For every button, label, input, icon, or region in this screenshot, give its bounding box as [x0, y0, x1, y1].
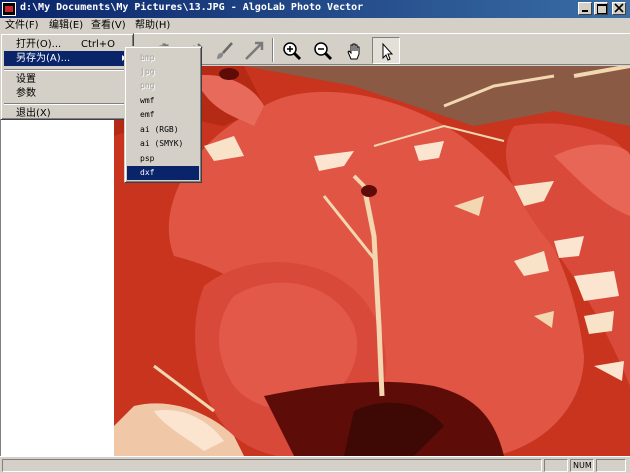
- toolbar-separator: [272, 38, 274, 62]
- submenu-item-bmp[interactable]: bmp: [127, 51, 199, 65]
- menu-separator: [4, 69, 130, 71]
- close-button[interactable]: [612, 2, 626, 15]
- submenu-item-wmf[interactable]: wmf: [127, 94, 199, 108]
- menu-item-settings-label: 设置: [16, 74, 36, 85]
- zoom-in-icon: [283, 42, 302, 61]
- menu-item-save-as-label: 另存为(A)...: [16, 53, 71, 64]
- minimize-button[interactable]: [578, 2, 592, 15]
- status-pane-num: NUM: [570, 459, 594, 472]
- pointer-icon: [382, 42, 394, 61]
- line-tool-button[interactable]: [240, 37, 268, 64]
- brush-tool-button[interactable]: [210, 37, 238, 64]
- zoom-in-button[interactable]: [278, 37, 306, 64]
- menu-item-params[interactable]: 参数: [4, 86, 130, 101]
- menu-help[interactable]: 帮助(H): [132, 19, 173, 32]
- status-pane-scrl: [596, 459, 626, 472]
- submenu-item-ai-smyk[interactable]: ai (SMYK): [127, 137, 199, 151]
- submenu-item-emf[interactable]: emf: [127, 108, 199, 122]
- menu-bar: 文件(F) 编辑(E) 查看(V) 帮助(H): [0, 18, 630, 33]
- menu-view[interactable]: 查看(V): [88, 19, 129, 32]
- submenu-item-psp[interactable]: psp: [127, 152, 199, 166]
- submenu-item-jpg[interactable]: jpg: [127, 65, 199, 79]
- zoom-out-button[interactable]: [309, 37, 337, 64]
- menu-item-exit-label: 退出(X): [16, 108, 51, 119]
- menu-item-exit[interactable]: 退出(X): [4, 106, 130, 121]
- menu-separator: [4, 103, 130, 105]
- zoom-out-icon: [314, 42, 333, 61]
- submenu-item-dxf[interactable]: dxf: [127, 166, 199, 180]
- app-icon[interactable]: [2, 2, 16, 16]
- status-bar: NUM: [0, 456, 630, 473]
- status-pane-caps: [544, 459, 568, 472]
- menu-edit[interactable]: 编辑(E): [46, 19, 86, 32]
- menu-item-save-as[interactable]: 另存为(A)...: [4, 51, 130, 66]
- pointer-button[interactable]: [372, 37, 400, 64]
- maximize-button[interactable]: [594, 2, 608, 15]
- submenu-item-png[interactable]: png: [127, 79, 199, 93]
- close-icon: [614, 3, 624, 13]
- pan-button[interactable]: [340, 37, 368, 64]
- menu-item-open[interactable]: 打开(O)... Ctrl+O: [4, 37, 130, 52]
- menu-item-params-label: 参数: [16, 88, 36, 99]
- left-panel[interactable]: [0, 119, 114, 456]
- menu-item-open-shortcut: Ctrl+O: [81, 39, 116, 50]
- pan-hand-icon: [347, 43, 360, 60]
- menu-file[interactable]: 文件(F): [2, 19, 42, 32]
- file-menu: 打开(O)... Ctrl+O 另存为(A)... 设置 参数 退出(X): [0, 33, 134, 120]
- window-title: d:\My Documents\My Pictures\13.JPG - Alg…: [20, 2, 364, 13]
- save-as-submenu: bmp jpg png wmf emf ai (RGB) ai (SMYK) p…: [124, 46, 202, 183]
- title-bar: d:\My Documents\My Pictures\13.JPG - Alg…: [0, 0, 630, 18]
- menu-item-open-label: 打开(O)...: [16, 39, 62, 50]
- line-tool-icon: [245, 41, 264, 60]
- submenu-item-ai-rgb[interactable]: ai (RGB): [127, 123, 199, 137]
- brush-tool-icon: [217, 42, 233, 59]
- status-message-pane: [2, 459, 542, 472]
- menu-item-settings[interactable]: 设置: [4, 72, 130, 87]
